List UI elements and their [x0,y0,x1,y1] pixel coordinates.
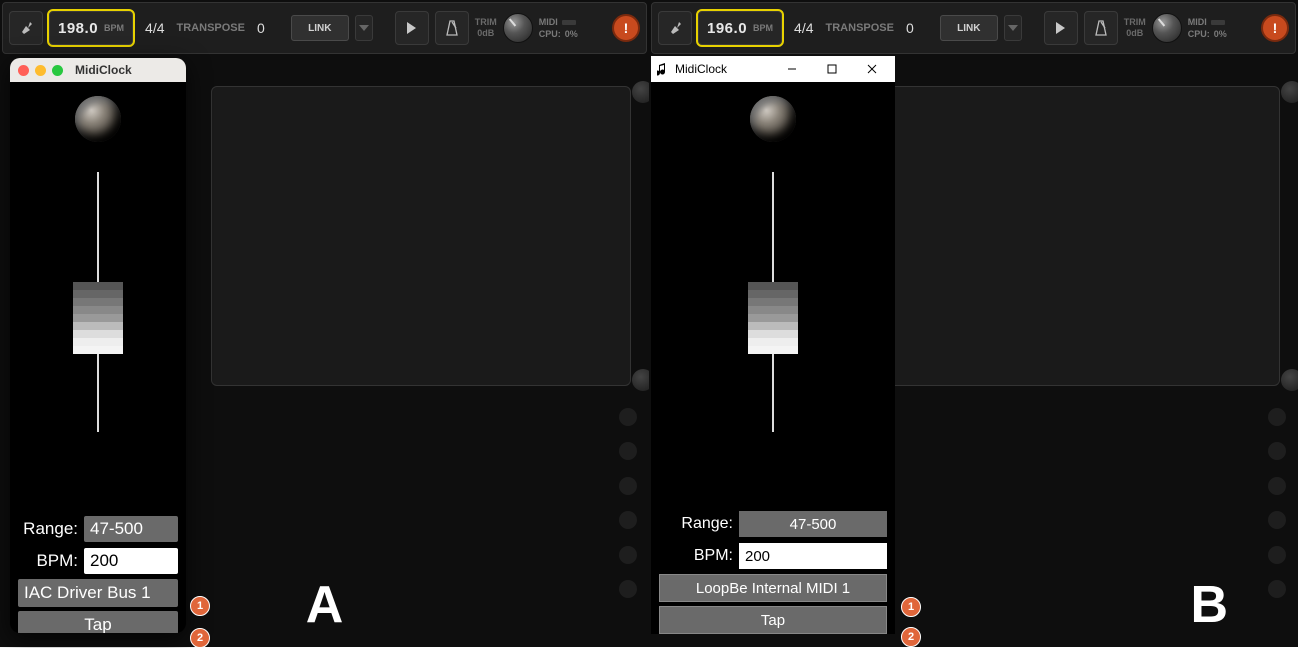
transpose-value[interactable]: 0 [900,20,920,36]
metronome-icon [444,19,460,37]
wrench-icon[interactable] [658,11,692,45]
tempo-slider[interactable] [770,172,776,432]
tempo-lamp [750,96,796,142]
panel-letter: A [306,575,344,635]
play-button[interactable] [1044,11,1078,45]
titlebar[interactable]: MidiClock [10,58,186,82]
panel-letter: B [1190,575,1228,635]
transpose-label: TRANSPOSE [177,22,245,34]
play-button[interactable] [395,11,429,45]
toolbar: 196.0 BPM 4/4 TRANSPOSE 0 LINK TRIM 0dB … [651,2,1296,54]
minimize-button[interactable] [775,56,809,82]
minimize-icon [787,64,797,74]
annotation-badge-1: 1 [190,596,210,616]
wrench-icon[interactable] [9,11,43,45]
lcd-display [860,86,1280,386]
midi-device-select[interactable]: IAC Driver Bus 1 [18,579,178,607]
bpm-label: BPM [753,23,773,33]
maximize-icon [827,64,837,74]
tap-button[interactable]: Tap [659,606,887,634]
transpose-value[interactable]: 0 [251,20,271,36]
maximize-button[interactable] [815,56,849,82]
trim-readout: TRIM 0dB [475,17,497,39]
range-label: Range: [659,515,733,533]
midiclock-window-win: MidiClock Range: 47-500 [651,56,895,634]
range-select[interactable]: 47-500 [739,511,887,537]
bpm-value: 198.0 [58,20,98,37]
tap-button[interactable]: Tap [18,611,178,633]
chevron-down-icon [1008,25,1018,31]
bpm-input[interactable]: 200 [739,543,887,569]
close-icon [867,64,877,74]
transpose-label: TRANSPOSE [826,22,894,34]
midi-cpu-readout: MIDI CPU:0% [1188,17,1227,39]
link-button[interactable]: LINK [940,15,998,41]
link-button[interactable]: LINK [291,15,349,41]
close-button[interactable] [855,56,889,82]
bpm-value: 196.0 [707,20,747,37]
trim-knob[interactable] [503,13,533,43]
midi-cpu-readout: MIDI CPU:0% [539,17,578,39]
metronome-button[interactable] [1084,11,1118,45]
encoder-bottom[interactable] [1281,369,1298,391]
bpm-field-label: BPM: [659,547,733,565]
range-select[interactable]: 47-500 [84,516,178,542]
app-icon [657,62,669,76]
panel-a: 198.0 BPM 4/4 TRANSPOSE 0 LINK TRIM 0dB … [0,0,649,647]
annotation-badge-2: 2 [901,627,921,647]
midiclock-window-mac: MidiClock Range: 47-500 BPM: 20 [10,58,186,633]
alert-icon[interactable]: ! [1261,14,1289,42]
alert-icon[interactable]: ! [612,14,640,42]
encoder-top[interactable] [1281,81,1298,103]
tempo-lamp [75,96,121,142]
link-dropdown[interactable] [1004,15,1022,41]
time-signature[interactable]: 4/4 [788,20,819,36]
metronome-button[interactable] [435,11,469,45]
annotation-badge-1: 1 [901,597,921,617]
midi-led-icon [1211,20,1225,25]
bpm-label: BPM [104,23,124,33]
window-title: MidiClock [675,62,769,76]
annotation-badge-2: 2 [190,628,210,648]
slider-thumb[interactable] [748,282,798,354]
slider-thumb[interactable] [73,282,123,354]
bpm-field-label: BPM: [18,551,78,571]
minimize-icon[interactable] [35,65,46,76]
side-vents [619,408,637,598]
tempo-slider[interactable] [95,172,101,432]
toolbar: 198.0 BPM 4/4 TRANSPOSE 0 LINK TRIM 0dB … [2,2,647,54]
trim-knob[interactable] [1152,13,1182,43]
midi-led-icon [562,20,576,25]
bpm-display[interactable]: 198.0 BPM [49,11,133,45]
link-dropdown[interactable] [355,15,373,41]
range-label: Range: [18,519,78,539]
titlebar[interactable]: MidiClock [651,56,895,82]
time-signature[interactable]: 4/4 [139,20,170,36]
trim-readout: TRIM 0dB [1124,17,1146,39]
play-icon [407,22,416,34]
lcd-display [211,86,631,386]
zoom-icon[interactable] [52,65,63,76]
bpm-display[interactable]: 196.0 BPM [698,11,782,45]
side-vents [1268,408,1286,598]
panel-b: 196.0 BPM 4/4 TRANSPOSE 0 LINK TRIM 0dB … [649,0,1298,647]
midi-device-select[interactable]: LoopBe Internal MIDI 1 [659,574,887,602]
bpm-input[interactable]: 200 [84,548,178,574]
metronome-icon [1093,19,1109,37]
play-icon [1056,22,1065,34]
window-title: MidiClock [75,63,132,77]
close-icon[interactable] [18,65,29,76]
chevron-down-icon [359,25,369,31]
